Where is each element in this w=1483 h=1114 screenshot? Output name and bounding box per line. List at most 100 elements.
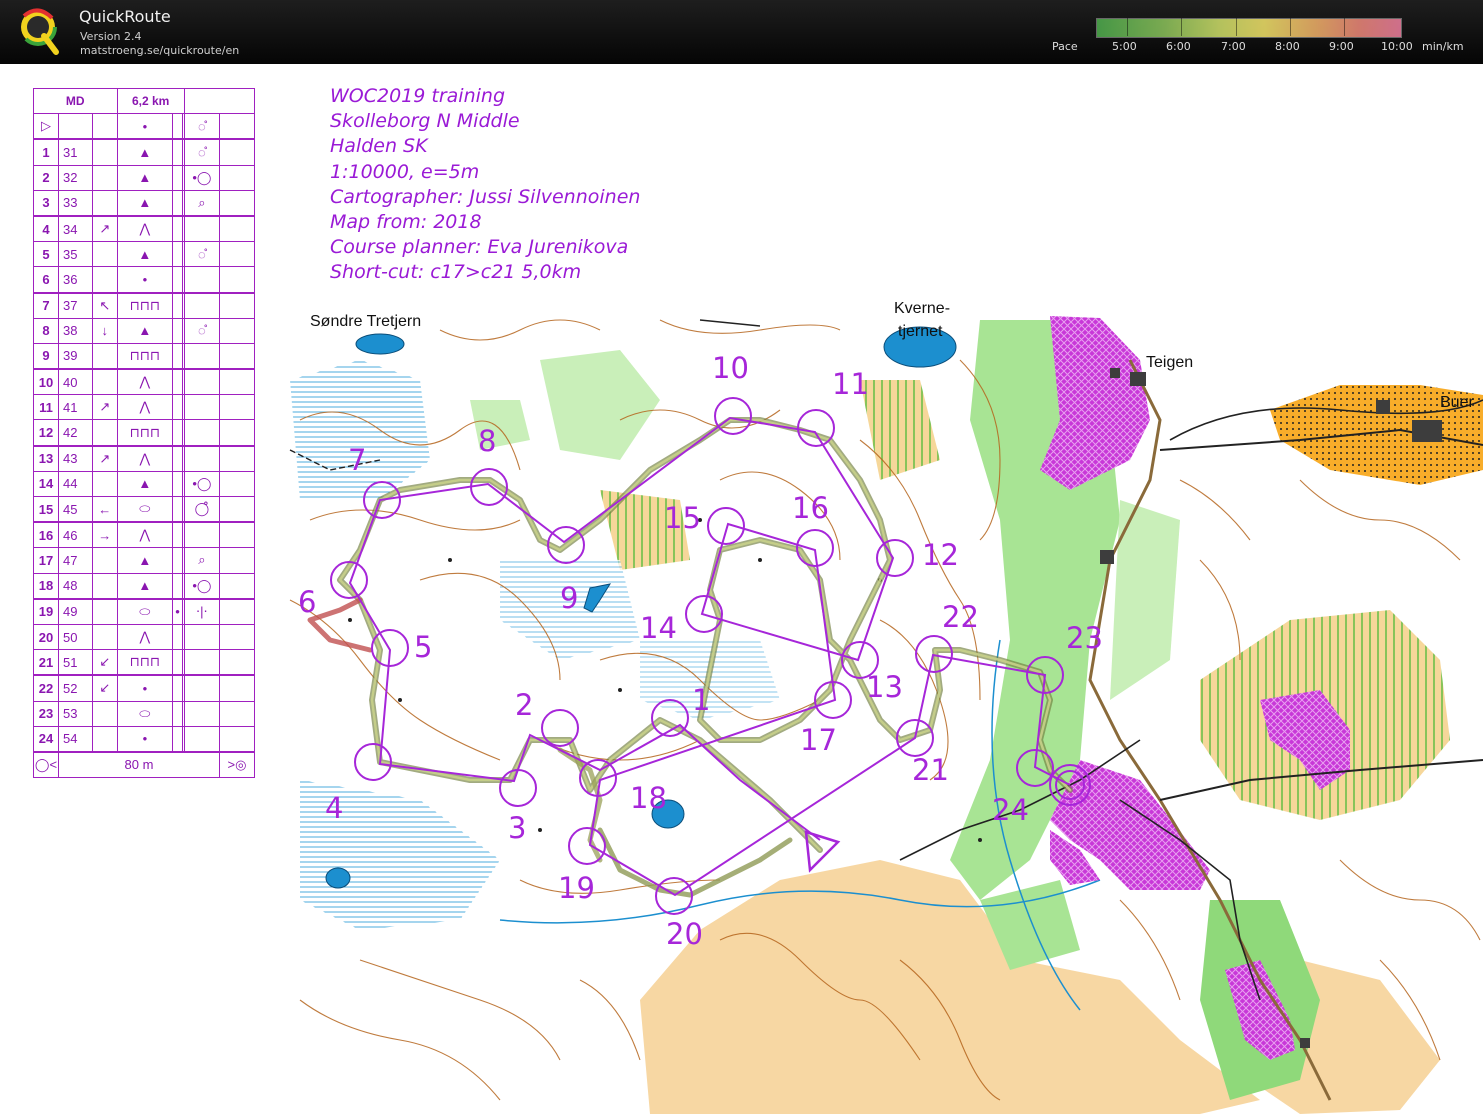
control-number-cell: 4 [33,214,59,243]
direction-cell [92,597,118,625]
location-cell: ⌕ [183,547,221,574]
description-control-row: 7 37 ↖ ⊓⊓⊓ [33,291,255,319]
location-cell: ◌̊ [183,317,221,344]
feature-cell: ▲ [116,572,174,600]
control-code-cell: 33 [58,189,93,217]
description-control-row: 11 41 ↗ ⋀ [33,394,255,421]
description-control-row: 24 54 • [33,725,255,753]
direction-cell [92,138,118,166]
appearance-cell [172,394,183,421]
control-number-cell: 12 [33,419,59,447]
control-number: 24 [992,793,1029,827]
control-code-cell: 46 [58,521,93,549]
other-cell [219,394,255,421]
description-start-row: ▷ • ◌̊ [33,113,255,140]
location-cell: ◯̊ [183,496,221,523]
direction-cell [92,241,118,268]
control-code-cell: 51 [58,649,93,676]
location-cell [183,649,221,676]
control-number: 13 [866,670,903,704]
appearance-cell [172,164,183,191]
pace-tick [1181,18,1182,36]
control-number: 20 [666,917,703,951]
direction-cell: ↖ [92,291,118,319]
course-info-line: Cartographer: Jussi Silvennoinen [330,185,641,208]
control-number-cell: 18 [33,572,59,600]
description-control-row: 17 47 ▲ ⌕ [33,547,255,574]
control-number: 8 [478,424,496,458]
course-info-line: 1:10000, e=5m [330,160,480,183]
pace-color-scale [1096,18,1402,38]
app-url[interactable]: matstroeng.se/quickroute/en [80,44,239,57]
course-info-line: Map from: 2018 [330,211,482,234]
appearance-cell [172,317,183,344]
other-cell [219,317,255,344]
description-control-row: 23 53 ⬭ [33,700,255,727]
course-info: WOC2019 training Skolleborg N Middle Hal… [330,84,640,286]
control-number-cell: 9 [33,342,59,370]
control-number-cell: 5 [33,241,59,268]
orienteering-map[interactable]: 1 2 3 4 5 6 7 8 9 10 11 12 13 14 15 16 1… [0,64,1483,1114]
control-number-cell: 19 [33,597,59,625]
control-number-cell: 14 [33,470,59,498]
direction-cell [92,725,118,753]
appearance-cell [172,189,183,217]
control-number-cell: 10 [33,368,59,396]
control-number: 16 [792,491,829,525]
description-control-row: 16 46 → ⋀ [33,521,255,549]
control-number-cell: 15 [33,496,59,523]
pace-unit: min/km [1422,40,1464,53]
feature-cell: ⋀ [116,623,174,651]
finish-distance: 80 m [58,750,220,779]
direction-cell: ↗ [92,444,118,472]
control-number-cell: 6 [33,266,59,293]
location-cell [183,342,221,370]
appearance-cell [172,368,183,396]
place-name: Buer [1440,394,1474,411]
direction-cell [92,623,118,651]
appearance-cell [172,700,183,727]
control-number: 14 [640,611,677,645]
quickroute-logo-icon [19,8,59,55]
control-code-cell: 50 [58,623,93,651]
description-control-row: 22 52 ↙ • [33,674,255,702]
lake [325,867,351,889]
pace-tick-label: 9:00 [1329,40,1354,53]
control-code-cell: 31 [58,138,93,166]
appearance-cell [172,470,183,498]
pace-label: Pace [1052,40,1078,53]
course-info-line: Skolleborg N Middle [330,110,520,133]
pace-tick-label: 7:00 [1221,40,1246,53]
control-code-cell: 37 [58,291,93,319]
pace-tick-label: 5:00 [1112,40,1137,53]
place-name: Søndre Tretjern [310,313,421,330]
description-control-row: 10 40 ⋀ [33,368,255,396]
app-name: QuickRoute [79,7,171,26]
control-code-cell: 40 [58,368,93,396]
other-cell [219,291,255,319]
appearance-cell [172,138,183,166]
description-control-row: 15 45 ← ⬭ ◯̊ [33,496,255,523]
location-cell: •◯ [183,164,221,191]
control-number: 6 [298,585,316,619]
course-class: MD [33,87,118,115]
control-number: 7 [348,443,366,477]
control-number-cell: 17 [33,547,59,574]
other-cell [219,547,255,574]
pace-tick [1290,18,1291,36]
feature-cell: ▲ [116,470,174,498]
other-cell [219,214,255,243]
appearance-cell [172,496,183,523]
pace-tick [1236,18,1237,36]
other-cell [219,342,255,370]
other-cell [219,266,255,293]
control-code-cell: 52 [58,674,93,702]
direction-cell [92,547,118,574]
description-control-row: 21 51 ↙ ⊓⊓⊓ [33,649,255,676]
control-number: 1 [692,683,710,717]
control-code-cell: 48 [58,572,93,600]
other-cell [219,572,255,600]
description-control-row: 1 31 ▲ ◌̊ [33,138,255,166]
control-code-cell: 49 [58,597,93,625]
control-code-cell: 34 [58,214,93,243]
